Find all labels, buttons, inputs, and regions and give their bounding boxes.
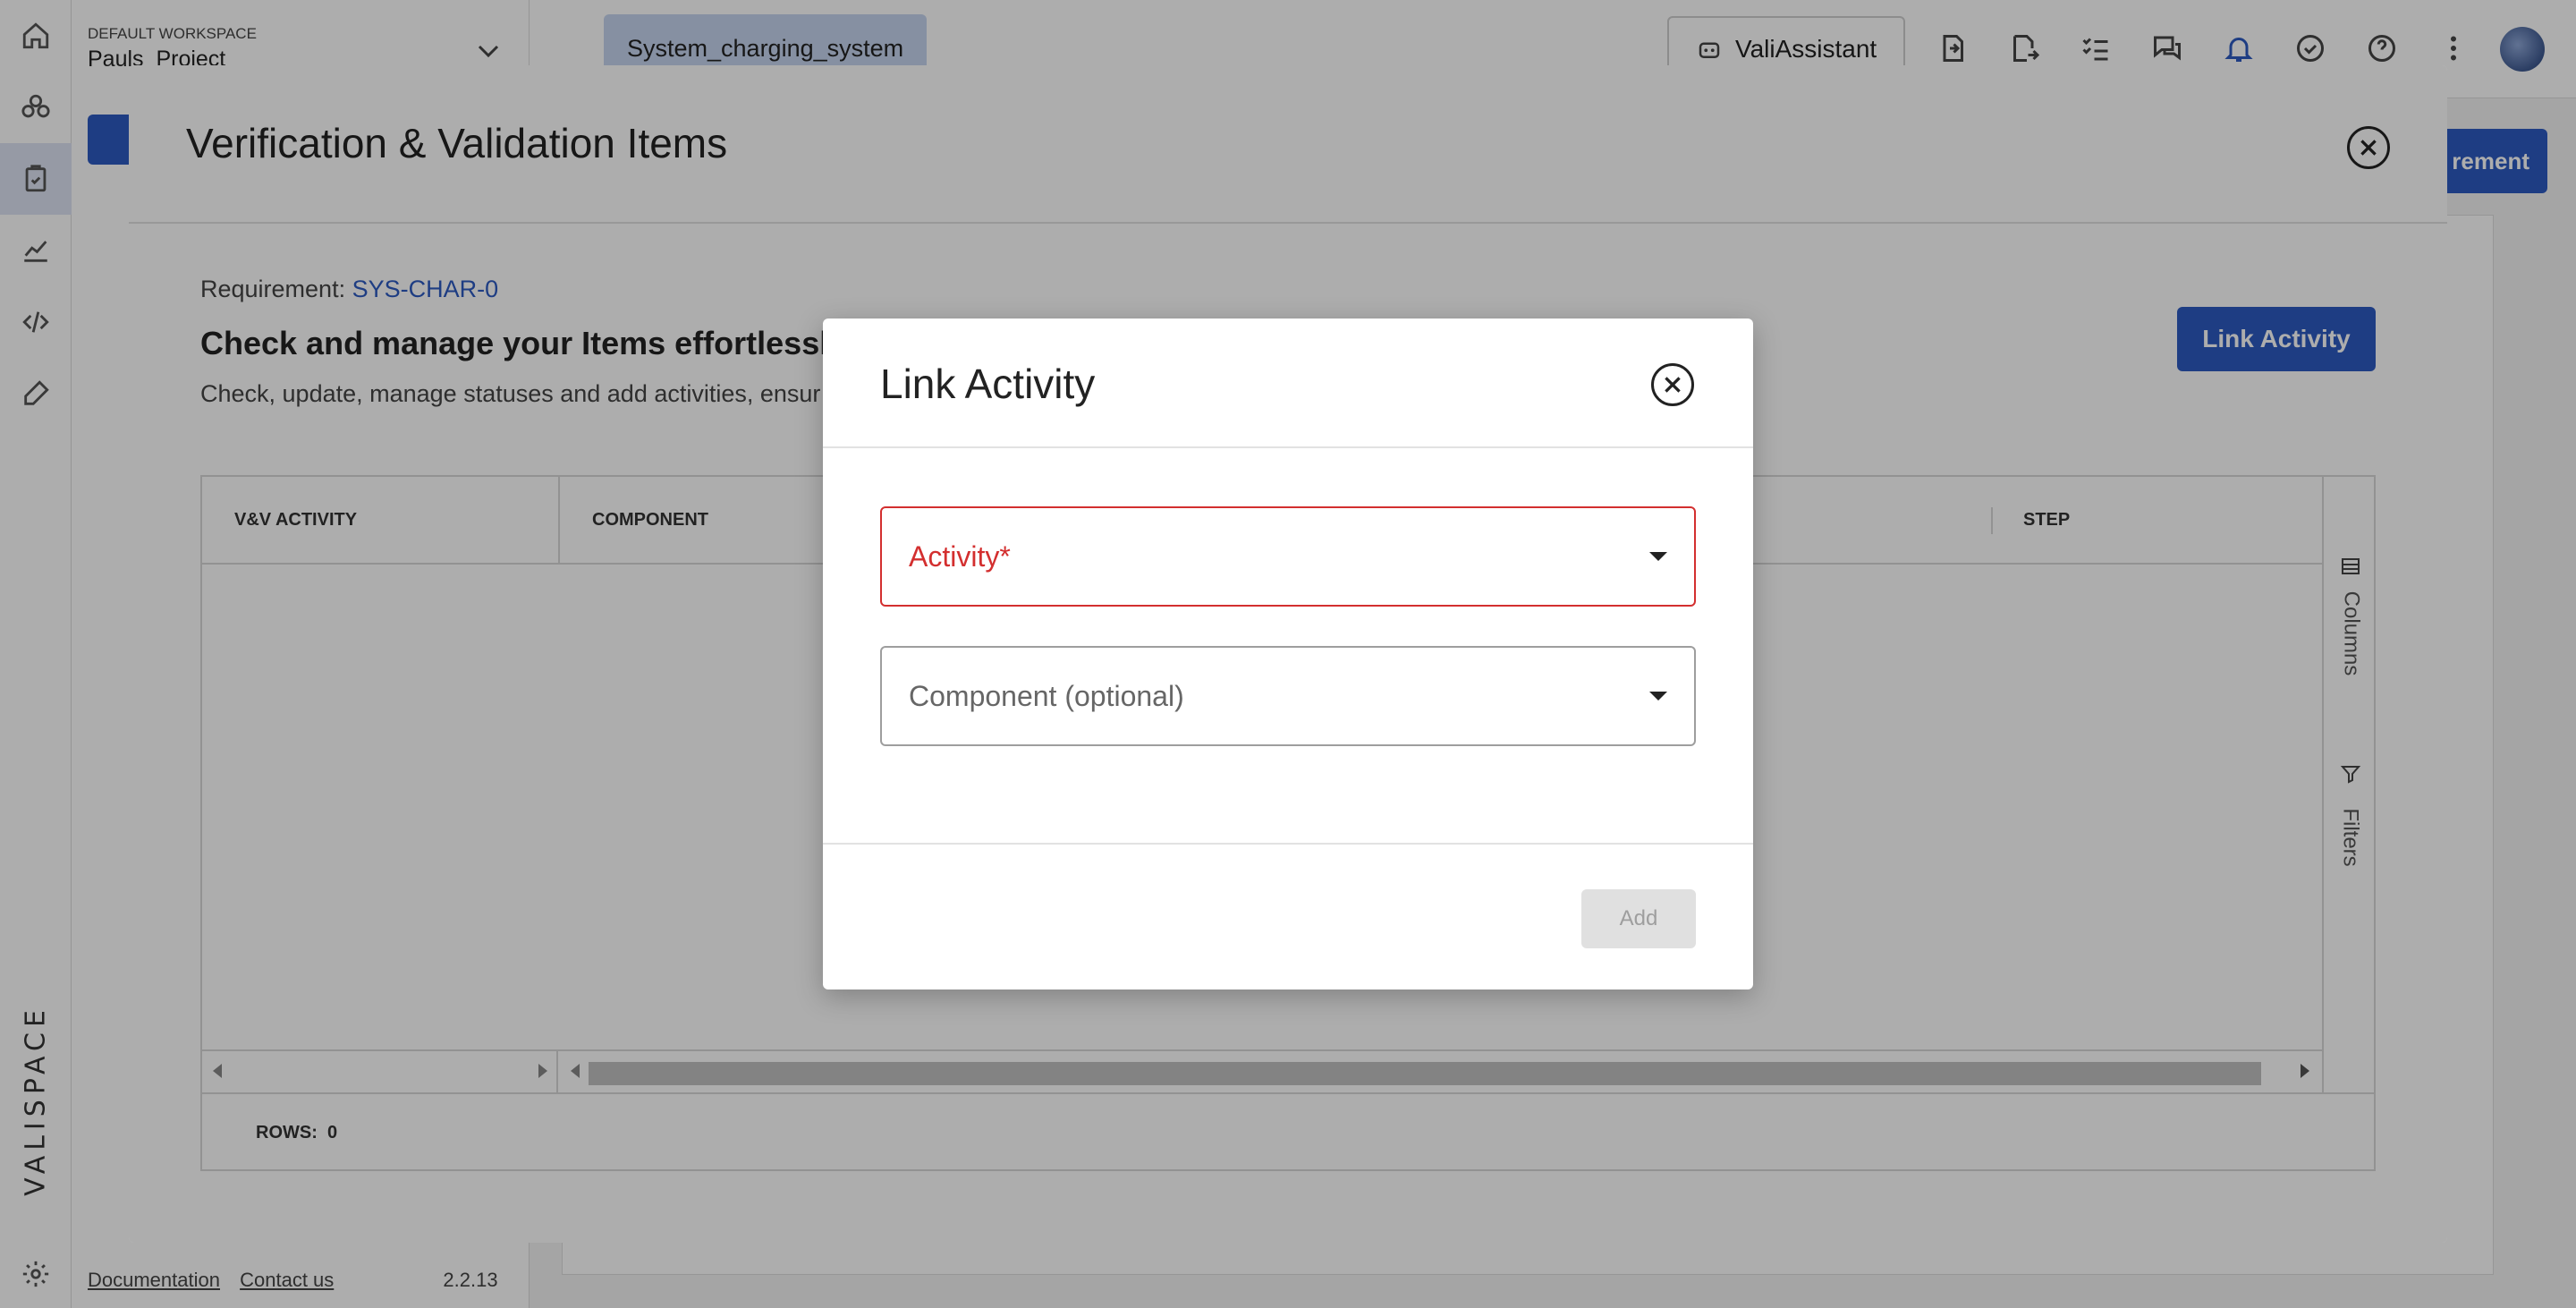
component-select[interactable]: Component (optional): [880, 646, 1696, 746]
close-icon: [1665, 377, 1681, 393]
link-modal-footer: Add: [823, 843, 1753, 989]
link-modal-close-button[interactable]: [1651, 363, 1694, 406]
dropdown-arrow-icon: [1649, 552, 1667, 561]
link-modal-title: Link Activity: [880, 361, 1096, 407]
add-button[interactable]: Add: [1581, 889, 1696, 948]
activity-select-label: Activity*: [909, 539, 1011, 573]
activity-select[interactable]: Activity*: [880, 506, 1696, 607]
component-select-label: Component (optional): [909, 679, 1184, 712]
link-activity-modal: Link Activity Activity* Component (optio…: [823, 319, 1753, 989]
dropdown-arrow-icon: [1649, 692, 1667, 701]
link-modal-header: Link Activity: [823, 319, 1753, 448]
